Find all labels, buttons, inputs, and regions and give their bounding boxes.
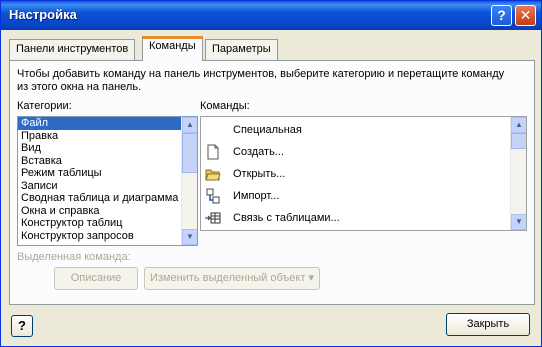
modify-selection-button[interactable]: Изменить выделенный объект ▾ <box>144 267 320 290</box>
scroll-down-arrow-icon[interactable]: ▼ <box>182 229 197 245</box>
scroll-down-arrow-icon[interactable]: ▼ <box>511 214 526 230</box>
category-item[interactable]: Конструктор таблиц <box>18 217 197 230</box>
commands-scrollbar[interactable]: ▲ ▼ <box>510 117 526 230</box>
title-bar[interactable]: Настройка ? ✕ <box>1 1 541 30</box>
command-label: Связь с таблицами... <box>233 212 340 224</box>
command-label: Создать... <box>233 146 284 158</box>
command-item[interactable]: Открыть... <box>205 163 505 185</box>
scroll-up-arrow-icon[interactable]: ▲ <box>511 117 526 133</box>
instructions-text: Чтобы добавить команду на панель инструм… <box>17 68 505 93</box>
command-item[interactable]: Импорт... <box>205 185 505 207</box>
close-button[interactable]: Закрыть <box>446 313 530 336</box>
tab-options[interactable]: Параметры <box>205 39 278 60</box>
import-icon <box>205 188 221 204</box>
categories-label: Категории: <box>17 100 72 112</box>
category-item[interactable]: Конструктор запросов <box>18 230 197 243</box>
scroll-up-arrow-icon[interactable]: ▲ <box>182 117 197 133</box>
category-item[interactable]: Файл <box>18 117 197 130</box>
categories-scroll-thumb[interactable] <box>182 133 197 173</box>
categories-scrollbar[interactable]: ▲ ▼ <box>181 117 197 245</box>
description-button[interactable]: Описание <box>54 267 138 290</box>
category-item[interactable]: Вставка <box>18 155 197 168</box>
dropdown-arrow-icon: ▾ <box>308 272 314 284</box>
category-item[interactable]: Вид <box>18 142 197 155</box>
window-title: Настройка <box>9 7 77 22</box>
categories-listbox[interactable]: Файл Правка Вид Вставка Режим таблицы За… <box>17 116 198 246</box>
command-item[interactable]: Создать... <box>205 141 505 163</box>
category-item[interactable]: Записи <box>18 180 197 193</box>
command-label: Открыть... <box>233 168 286 180</box>
tab-toolbars[interactable]: Панели инструментов <box>9 39 136 60</box>
selected-command-label: Выделенная команда: <box>17 251 131 263</box>
category-item[interactable]: Режим таблицы <box>18 167 197 180</box>
tab-commands[interactable]: Команды <box>142 36 203 61</box>
link-tables-icon <box>205 210 221 226</box>
commands-label: Команды: <box>200 100 250 112</box>
category-item[interactable]: Правка <box>18 130 197 143</box>
command-item[interactable]: Связь с таблицами... <box>205 207 505 229</box>
open-folder-icon <box>205 166 221 182</box>
new-document-icon <box>205 144 221 160</box>
help-icon[interactable]: ? <box>11 315 33 337</box>
commands-scroll-thumb[interactable] <box>511 133 526 149</box>
commands-tab-panel: Чтобы добавить команду на панель инструм… <box>9 60 535 305</box>
command-item[interactable]: Специальная <box>205 119 505 141</box>
title-close-button[interactable]: ✕ <box>515 5 536 26</box>
command-label: Специальная <box>233 124 302 136</box>
customize-dialog: Настройка ? ✕ Панели инструментов Команд… <box>0 0 542 347</box>
command-label: Импорт... <box>233 190 280 202</box>
title-help-button[interactable]: ? <box>491 5 512 26</box>
category-item[interactable]: Сводная таблица и диаграмма <box>18 192 197 205</box>
category-item[interactable]: Окна и справка <box>18 205 197 218</box>
commands-listbox[interactable]: Специальная Создать... Открыть... Импорт… <box>200 116 527 231</box>
modify-selection-label: Изменить выделенный объект <box>149 272 306 284</box>
